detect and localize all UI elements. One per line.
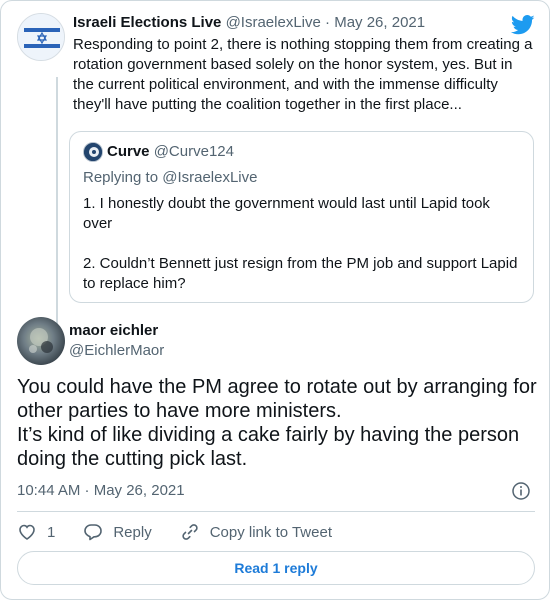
parent-separator: · bbox=[325, 14, 331, 31]
quoted-avatar[interactable] bbox=[83, 142, 103, 162]
thread-connector-line bbox=[56, 77, 58, 327]
quoted-handle[interactable]: @Curve124 bbox=[154, 142, 234, 162]
embedded-tweet-card: Israeli Elections Live @IsraelexLive · M… bbox=[0, 0, 550, 600]
reply-label: Reply bbox=[113, 523, 152, 541]
link-icon bbox=[182, 524, 198, 540]
parent-display-name[interactable]: Israeli Elections Live bbox=[73, 14, 221, 31]
main-avatar[interactable] bbox=[17, 317, 65, 365]
twitter-logo-icon[interactable] bbox=[511, 15, 535, 35]
parent-tweet-text: Responding to point 2, there is nothing … bbox=[73, 36, 533, 113]
parent-handle[interactable]: @IsraelexLive bbox=[226, 14, 321, 31]
quoted-display-name[interactable]: Curve bbox=[107, 142, 150, 162]
like-count: 1 bbox=[47, 523, 56, 541]
main-display-name[interactable]: maor eichler bbox=[69, 321, 164, 341]
tweet-actions: 1 Reply Copy link to Tweet bbox=[17, 519, 360, 545]
main-handle[interactable]: @EichlerMaor bbox=[69, 341, 164, 361]
main-tweet-author: maor eichler @EichlerMaor bbox=[17, 317, 537, 367]
parent-date[interactable]: May 26, 2021 bbox=[334, 14, 425, 31]
reply-button[interactable]: Reply bbox=[83, 522, 152, 542]
parent-avatar[interactable] bbox=[17, 13, 65, 61]
copy-link-label: Copy link to Tweet bbox=[209, 523, 332, 541]
quoted-replying-to: Replying to @IsraelexLive bbox=[83, 169, 258, 186]
quoted-tweet-text: 1. I honestly doubt the government would… bbox=[83, 195, 518, 292]
info-icon[interactable] bbox=[511, 481, 531, 501]
reply-icon bbox=[84, 524, 103, 541]
main-tweet-text: You could have the PM agree to rotate ou… bbox=[17, 376, 537, 470]
copy-link-button[interactable]: Copy link to Tweet bbox=[180, 522, 332, 542]
parent-header: Israeli Elections Live @IsraelexLive · M… bbox=[73, 13, 535, 33]
divider bbox=[17, 511, 535, 512]
quoted-tweet[interactable]: Curve @Curve124 Replying to @IsraelexLiv… bbox=[69, 131, 534, 303]
read-replies-button[interactable]: Read 1 reply bbox=[17, 551, 535, 585]
quoted-tweet-header: Curve @Curve124 bbox=[83, 142, 520, 162]
like-button[interactable]: 1 bbox=[17, 522, 55, 542]
tweet-timestamp[interactable]: 10:44 AM · May 26, 2021 bbox=[17, 481, 185, 501]
heart-icon bbox=[19, 524, 35, 540]
